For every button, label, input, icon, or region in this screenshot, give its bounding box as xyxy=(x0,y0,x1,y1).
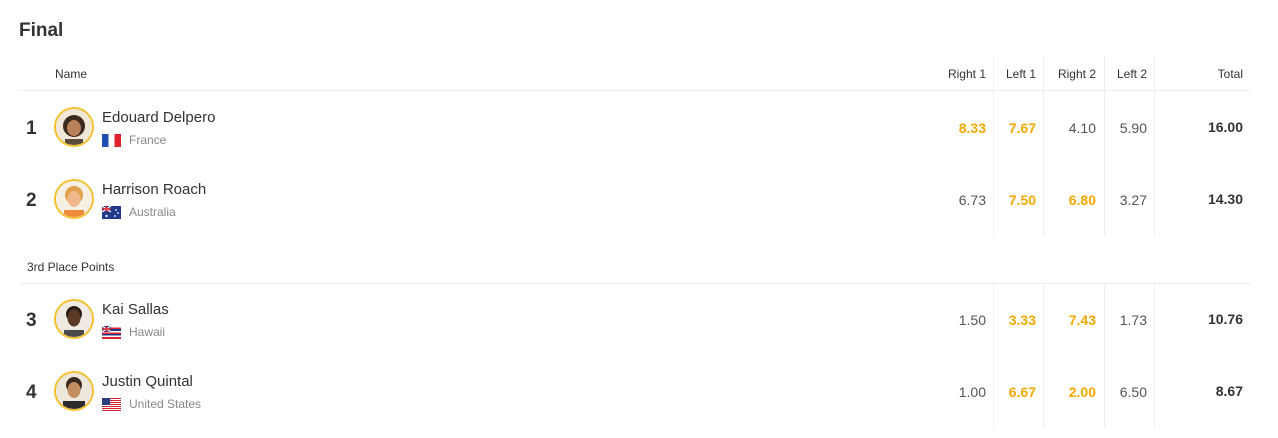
usa-flag-icon xyxy=(102,397,121,411)
rank: 4 xyxy=(26,382,37,403)
wave-score: 8.33 xyxy=(958,120,986,136)
column-header-total[interactable]: Total xyxy=(1155,67,1243,81)
table-row[interactable]: 3 Kai Sallas Hawaii 1.50 3.33 7.43 1.73 … xyxy=(19,284,1251,356)
table-row[interactable]: 1 Edouard Delpero France 8.33 7.67 4.10 … xyxy=(19,92,1251,164)
wave-score: 6.50 xyxy=(1119,384,1147,400)
total-score: 10.76 xyxy=(1207,311,1243,327)
wave-score: 7.67 xyxy=(1008,120,1036,136)
hawaii-flag-icon xyxy=(102,325,121,339)
surfer-name[interactable]: Edouard Delpero xyxy=(102,109,215,126)
country-label: United States xyxy=(129,397,202,411)
wave-score: 5.90 xyxy=(1119,120,1147,136)
total-score: 14.30 xyxy=(1207,191,1243,207)
france-flag-icon xyxy=(102,133,121,147)
wave-score: 1.00 xyxy=(958,384,986,400)
country-label: Australia xyxy=(129,205,176,219)
table-row[interactable]: 4 Justin Quintal United States 1.00 6.67… xyxy=(19,356,1251,428)
column-header-right-2[interactable]: Right 2 xyxy=(1044,67,1096,81)
avatar xyxy=(54,299,94,339)
avatar xyxy=(54,179,94,219)
rank: 1 xyxy=(26,118,37,139)
wave-score: 3.33 xyxy=(1008,312,1036,328)
wave-score: 7.43 xyxy=(1068,312,1096,328)
country-label: France xyxy=(129,133,167,147)
wave-score: 1.73 xyxy=(1119,312,1147,328)
australia-flag-icon xyxy=(102,205,121,219)
surfer-name[interactable]: Harrison Roach xyxy=(102,181,206,198)
column-header-left-2[interactable]: Left 2 xyxy=(1105,67,1147,81)
wave-score: 6.67 xyxy=(1008,384,1036,400)
column-header-left-1[interactable]: Left 1 xyxy=(994,67,1036,81)
rank: 3 xyxy=(26,310,37,331)
total-score: 16.00 xyxy=(1207,119,1243,135)
table-header: Name Right 1 Left 1 Right 2 Left 2 Total xyxy=(19,56,1251,91)
wave-score: 3.27 xyxy=(1119,192,1147,208)
surfer-country: Australia xyxy=(102,205,176,219)
total-score: 8.67 xyxy=(1215,383,1243,399)
rank: 2 xyxy=(26,190,37,211)
wave-score: 2.00 xyxy=(1068,384,1096,400)
section-header: 3rd Place Points xyxy=(19,236,1251,284)
column-header-name[interactable]: Name xyxy=(55,67,87,81)
surfer-name[interactable]: Kai Sallas xyxy=(102,301,169,318)
surfer-country: United States xyxy=(102,397,201,411)
section-label: 3rd Place Points xyxy=(27,260,115,274)
wave-score: 6.73 xyxy=(958,192,986,208)
wave-score: 4.10 xyxy=(1068,120,1096,136)
wave-score: 6.80 xyxy=(1068,192,1096,208)
wave-score: 7.50 xyxy=(1008,192,1036,208)
country-label: Hawaii xyxy=(129,325,166,339)
table-row[interactable]: 2 Harrison Roach Australia 6.73 7.50 6.8… xyxy=(19,164,1251,236)
surfer-name[interactable]: Justin Quintal xyxy=(102,373,193,390)
wave-score: 1.50 xyxy=(958,312,986,328)
surfer-country: Hawaii xyxy=(102,325,165,339)
surfer-country: France xyxy=(102,133,166,147)
avatar xyxy=(54,107,94,147)
heat-title: Final xyxy=(19,20,64,41)
column-header-right-1[interactable]: Right 1 xyxy=(919,67,986,81)
avatar xyxy=(54,371,94,411)
